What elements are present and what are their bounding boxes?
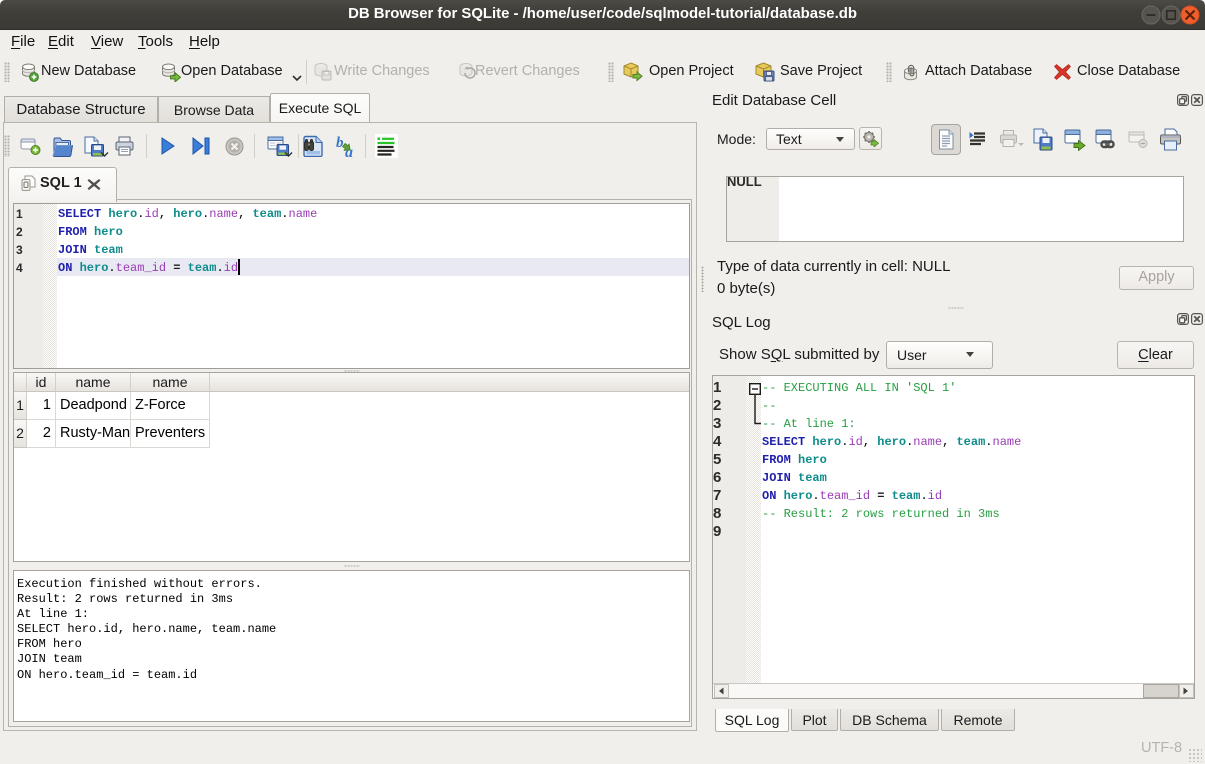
svg-text:b: b [336, 135, 344, 151]
